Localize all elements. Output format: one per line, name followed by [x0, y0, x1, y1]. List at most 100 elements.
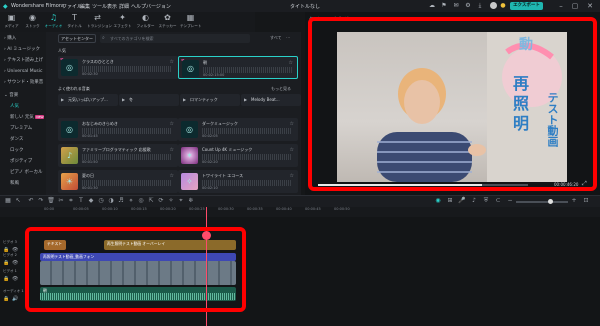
maximize-icon[interactable]: ▢	[569, 1, 581, 11]
layout-icon[interactable]: ▦	[4, 197, 12, 204]
settings-icon[interactable]: ⚙	[464, 2, 472, 10]
download-icon[interactable]: ⤓	[476, 2, 484, 10]
recent-item[interactable]: ▶ Melody Beat...	[241, 94, 301, 106]
music-card[interactable]: ✧ トワイライト エコース 00:02:10 ☆	[178, 170, 298, 193]
tool-stock[interactable]: ◉ ストック	[22, 13, 43, 31]
music-card[interactable]: ♪ ファミリープログラマティック 応援歌 00:01:50 ☆	[58, 144, 178, 167]
sidebar-item-music[interactable]: ⌄ 音楽	[4, 91, 46, 101]
sidebar-item-ai-music[interactable]: › AI ミュージック	[4, 45, 46, 55]
music-card[interactable]: ♥ ◎ クラスのひととき 00:02:30 ☆	[58, 56, 178, 79]
asset-center-button[interactable]: アセットセンター	[58, 34, 96, 43]
ai-icon[interactable]: ✧	[167, 197, 175, 204]
filter-dropdown[interactable]: すべて	[270, 35, 282, 41]
favorite-icon[interactable]: ☆	[170, 173, 174, 179]
select-icon[interactable]: ↖	[14, 197, 22, 204]
menu-view[interactable]: 表示	[107, 3, 117, 10]
favorite-icon[interactable]: ☆	[289, 60, 293, 66]
lock-icon[interactable]: 🔒	[3, 260, 9, 266]
magnet-icon[interactable]: ⊂	[494, 197, 502, 204]
recent-item[interactable]: ▶ 元気いっぱいアップ...	[58, 94, 118, 106]
premium-icon[interactable]: ●	[499, 2, 507, 10]
favorite-icon[interactable]: ☆	[170, 121, 174, 127]
tool-audio[interactable]: ♫ オーディオ	[43, 13, 64, 31]
undo-icon[interactable]: ↶	[27, 197, 35, 204]
message-icon[interactable]: ✉	[452, 2, 460, 10]
export-button[interactable]: エクスポート	[510, 2, 543, 10]
mix-icon[interactable]: ♪	[470, 197, 478, 204]
music-card[interactable]: ◎ ダークミュージック 00:02:05 ☆	[178, 118, 298, 141]
tool-media[interactable]: ▣ メディア	[1, 13, 22, 31]
menu-tools[interactable]: ツール	[92, 3, 107, 10]
more-link[interactable]: もっと見る	[271, 86, 291, 92]
snap-icon[interactable]: ⊞	[446, 197, 454, 204]
effect-icon: ✦	[119, 13, 126, 22]
favorite-icon[interactable]: ☆	[290, 173, 294, 179]
sidebar-item-purchase[interactable]: › 購入	[4, 34, 46, 44]
menu-version[interactable]: バージョン	[146, 3, 171, 10]
speaker-icon[interactable]: 🔊	[12, 296, 18, 302]
music-card[interactable]: ☀ 夏の日 00:01:30 ☆	[58, 170, 178, 193]
tool-template[interactable]: ▦ テンプレート	[180, 13, 201, 31]
gift-icon[interactable]: ⚑	[440, 2, 448, 10]
search-input[interactable]: ⌕ すべてのカテゴリを検索	[100, 34, 250, 43]
close-icon[interactable]: ✕	[584, 1, 596, 11]
music-thumb-icon: ✧	[181, 173, 198, 190]
audio-adjust-icon[interactable]: ♬	[117, 197, 125, 204]
avatar[interactable]	[490, 2, 497, 9]
eye-icon[interactable]: 👁	[12, 276, 18, 282]
music-card[interactable]: ♥ ◎ 朝 00:02:15:00 ☆	[178, 56, 298, 79]
cloud-icon[interactable]: ☁	[428, 2, 436, 10]
menu-help[interactable]: ヘルプ	[131, 3, 146, 10]
menu-edit[interactable]: 編集	[80, 3, 90, 10]
mask-icon[interactable]: ◎	[137, 197, 145, 204]
text-icon[interactable]: T	[77, 197, 85, 204]
marker-icon[interactable]: ◆	[87, 197, 95, 204]
render-icon[interactable]: ◉	[434, 197, 442, 204]
music-card[interactable]: ◎ おなじみのきらめき 00:01:45 ☆	[58, 118, 178, 141]
audio-library: アセットセンター ⌕すべてのカテゴリを検索 すべて ⋯ 人気 ♥ ◎ クラスのひ…	[46, 32, 301, 195]
speed-icon[interactable]: ◷	[97, 197, 105, 204]
sidebar-item-sfx[interactable]: › サウンド・効果音	[4, 78, 46, 88]
fit-icon[interactable]: ⊡	[582, 197, 590, 204]
zoom-out-icon[interactable]: −	[506, 197, 514, 204]
zoom-slider[interactable]	[516, 199, 568, 204]
tool-filter[interactable]: ◐ フィルター	[135, 13, 156, 31]
favorite-icon[interactable]: ☆	[290, 147, 294, 153]
transform-icon[interactable]: ⇱	[147, 197, 155, 204]
motion-icon[interactable]: ⟳	[157, 197, 165, 204]
zoom-handle[interactable]	[548, 199, 553, 204]
zoom-in-icon[interactable]: +	[570, 197, 578, 204]
minimize-icon[interactable]: –	[555, 1, 567, 11]
delete-icon[interactable]: 🗑	[47, 197, 55, 204]
time-ruler[interactable]: 00:00 00:00:05 00:00:10 00:00:15 00:00:2…	[0, 207, 600, 217]
sidebar-item-universal[interactable]: › Universal Music	[4, 67, 46, 77]
menu-file[interactable]: ファイル	[62, 3, 82, 10]
redo-icon[interactable]: ↷	[37, 197, 45, 204]
tool-sticker[interactable]: ✿ ステッカー	[157, 13, 178, 31]
eye-icon[interactable]: 👁	[12, 260, 18, 266]
stabilize-icon[interactable]: ⌖	[177, 197, 185, 205]
tool-effect[interactable]: ✦ エフェクト	[112, 13, 133, 31]
color-icon[interactable]: ◑	[107, 197, 115, 204]
favorite-icon[interactable]: ☆	[170, 59, 174, 65]
recent-item[interactable]: ▶ 冬	[119, 94, 179, 106]
recent-item[interactable]: ▶ ロマンティック	[180, 94, 240, 106]
crop-icon[interactable]: ⌗	[67, 197, 75, 205]
more-options-icon[interactable]: ⋯	[286, 35, 290, 40]
favorite-icon[interactable]: ☆	[290, 121, 294, 127]
favorite-icon[interactable]: ☆	[170, 147, 174, 153]
keyframe-icon[interactable]: ⋄	[127, 197, 135, 204]
music-card[interactable]: ✶ Count Up 4K ミュージック 00:02:20 ☆	[178, 144, 298, 167]
shield-icon[interactable]: ⛨	[482, 197, 490, 205]
media-icon: ▣	[7, 13, 16, 22]
sticker-icon: ✿	[164, 13, 171, 22]
menu-advanced[interactable]: 詳細	[119, 3, 129, 10]
voiceover-icon[interactable]: 🎤	[458, 197, 466, 204]
tool-transition[interactable]: ⇄ トランジション	[87, 13, 112, 31]
sidebar-item-tts[interactable]: › テキスト読み上げ	[4, 56, 46, 66]
tool-title[interactable]: T タイトル	[64, 13, 85, 31]
lock-icon[interactable]: 🔒	[3, 276, 9, 282]
lock-icon[interactable]: 🔒	[3, 296, 9, 302]
freeze-icon[interactable]: ❄	[187, 197, 195, 204]
split-icon[interactable]: ✂	[57, 197, 65, 204]
